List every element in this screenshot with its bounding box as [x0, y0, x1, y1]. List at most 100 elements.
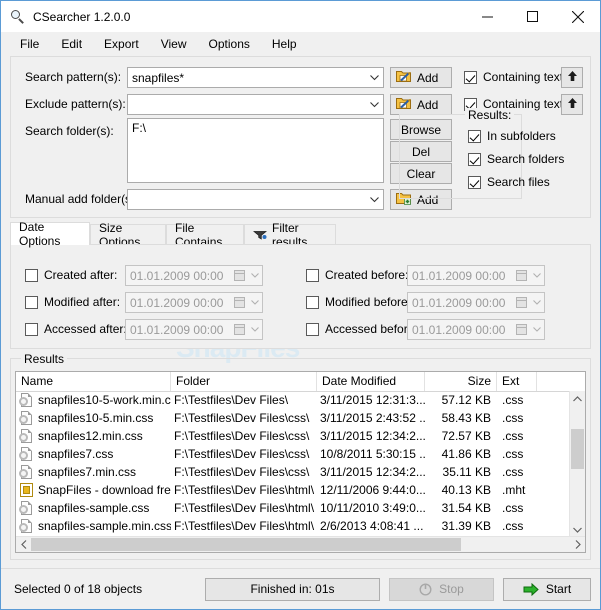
table-row[interactable]: snapfiles12.min.css F:\Testfiles\Dev Fil… [16, 427, 585, 445]
scroll-left-icon[interactable] [16, 540, 31, 549]
manual-add-folders-combo[interactable] [127, 189, 384, 210]
table-row[interactable]: snapfiles7.min.css F:\Testfiles\Dev File… [16, 463, 585, 481]
results-list-view[interactable]: Name Folder Date Modified Size Ext snapf… [15, 371, 586, 553]
cell-name[interactable]: snapfiles-sample.min.css [16, 518, 171, 534]
calendar-icon[interactable] [513, 295, 530, 310]
cell-name[interactable]: SnapFiles - download fre... [16, 482, 171, 498]
modified-after-datetime[interactable]: 01.01.2009 00:00 [125, 292, 263, 313]
scroll-up-icon[interactable] [570, 391, 585, 406]
chevron-down-icon[interactable] [530, 273, 544, 278]
chevron-down-icon[interactable] [366, 68, 383, 87]
maximize-button[interactable] [510, 1, 555, 32]
accessed-after-datetime[interactable]: 01.01.2009 00:00 [125, 319, 263, 340]
table-row[interactable]: snapfiles10-5.min.css F:\Testfiles\Dev F… [16, 409, 585, 427]
scroll-down-icon[interactable] [570, 522, 585, 537]
checkbox-box[interactable] [306, 295, 319, 309]
search-folders-list[interactable]: F:\ [127, 118, 384, 183]
tab-date-options[interactable]: Date Options [10, 220, 90, 248]
vertical-scrollbar[interactable] [569, 391, 585, 537]
tab-file-contains[interactable]: File Contains [166, 221, 244, 249]
add-search-pattern-button[interactable]: Add [390, 67, 452, 88]
finished-status-button[interactable]: Finished in: 01s [205, 577, 380, 601]
calendar-icon[interactable] [513, 322, 530, 337]
modified-before-datetime[interactable]: 01.01.2009 00:00 [407, 292, 545, 313]
cell-name[interactable]: snapfiles12.min.css [16, 428, 171, 444]
modified-before-checkbox[interactable]: Modified before: [306, 295, 411, 309]
accessed-before-checkbox[interactable]: Accessed before: [306, 322, 418, 336]
created-before-checkbox[interactable]: Created before: [306, 268, 408, 282]
accessed-before-value[interactable]: 01.01.2009 00:00 [408, 323, 513, 337]
cell-name[interactable]: snapfiles10-5.min.css [16, 410, 171, 426]
accessed-after-checkbox[interactable]: Accessed after: [25, 322, 127, 336]
move-up-button-2[interactable] [561, 94, 583, 115]
search-files-checkbox[interactable]: Search files [468, 175, 550, 189]
column-header-ext[interactable]: Ext [497, 372, 537, 391]
table-row[interactable]: SnapFiles - download fre... F:\Testfiles… [16, 481, 585, 499]
search-patterns-combo[interactable]: snapfiles* [127, 67, 384, 88]
horizontal-scroll-track[interactable] [31, 537, 570, 552]
table-row[interactable]: snapfiles10-5-work.min.css F:\Testfiles\… [16, 391, 585, 409]
created-after-value[interactable]: 01.01.2009 00:00 [126, 269, 231, 283]
created-before-value[interactable]: 01.01.2009 00:00 [408, 269, 513, 283]
menu-item-view[interactable]: View [150, 34, 198, 54]
created-before-datetime[interactable]: 01.01.2009 00:00 [407, 265, 545, 286]
move-up-button-1[interactable] [561, 67, 583, 88]
containing-text-checkbox-1[interactable]: Containing text [464, 70, 563, 84]
minimize-button[interactable] [465, 1, 510, 32]
column-header-folder[interactable]: Folder [171, 372, 317, 391]
calendar-icon[interactable] [231, 268, 248, 283]
start-button[interactable]: Start [503, 577, 591, 601]
accessed-before-datetime[interactable]: 01.01.2009 00:00 [407, 319, 545, 340]
accessed-after-value[interactable]: 01.01.2009 00:00 [126, 323, 231, 337]
menu-item-file[interactable]: File [9, 34, 50, 54]
add-exclude-pattern-button[interactable]: Add [390, 94, 452, 115]
table-row[interactable]: snapfiles-sample.css F:\Testfiles\Dev Fi… [16, 499, 585, 517]
tab-filter-results[interactable]: Filter results [244, 221, 336, 249]
menu-item-edit[interactable]: Edit [50, 34, 93, 54]
calendar-icon[interactable] [513, 268, 530, 283]
cell-name[interactable]: snapfiles10-5-work.min.css [16, 392, 171, 408]
checkbox-box[interactable] [25, 268, 38, 282]
chevron-down-icon[interactable] [366, 190, 383, 209]
vertical-scroll-thumb[interactable] [571, 429, 584, 469]
table-row[interactable]: snapfiles-sample.min.css F:\Testfiles\De… [16, 517, 585, 535]
tab-size-options[interactable]: Size Options [90, 221, 166, 249]
chevron-down-icon[interactable] [530, 327, 544, 332]
cell-name[interactable]: snapfiles7.css [16, 446, 171, 462]
in-subfolders-checkbox[interactable]: In subfolders [468, 129, 556, 143]
menu-item-options[interactable]: Options [198, 34, 261, 54]
checkbox-box[interactable] [306, 322, 319, 336]
close-button[interactable] [555, 1, 600, 32]
search-patterns-value[interactable]: snapfiles* [128, 71, 366, 85]
table-row[interactable]: snapfiles7.css F:\Testfiles\Dev Files\cs… [16, 445, 585, 463]
menu-item-help[interactable]: Help [261, 34, 308, 54]
horizontal-scrollbar[interactable] [16, 536, 585, 552]
checkbox-box[interactable] [468, 152, 481, 166]
cell-name[interactable]: snapfiles7.min.css [16, 464, 171, 480]
modified-after-checkbox[interactable]: Modified after: [25, 295, 120, 309]
created-after-datetime[interactable]: 01.01.2009 00:00 [125, 265, 263, 286]
calendar-icon[interactable] [231, 322, 248, 337]
modified-after-value[interactable]: 01.01.2009 00:00 [126, 296, 231, 310]
horizontal-scroll-thumb[interactable] [31, 538, 461, 551]
scroll-right-icon[interactable] [570, 540, 585, 549]
chevron-down-icon[interactable] [248, 327, 262, 332]
checkbox-box[interactable] [464, 70, 477, 84]
calendar-icon[interactable] [231, 295, 248, 310]
modified-before-value[interactable]: 01.01.2009 00:00 [408, 296, 513, 310]
search-folders-checkbox[interactable]: Search folders [468, 152, 564, 166]
column-header-name[interactable]: Name [16, 372, 171, 391]
cell-name[interactable]: snapfiles-sample.css [16, 500, 171, 516]
column-header-size[interactable]: Size [425, 372, 497, 391]
chevron-down-icon[interactable] [248, 300, 262, 305]
menu-item-export[interactable]: Export [93, 34, 150, 54]
checkbox-box[interactable] [306, 268, 319, 282]
chevron-down-icon[interactable] [366, 95, 383, 114]
column-header-date-modified[interactable]: Date Modified [317, 372, 425, 391]
created-after-checkbox[interactable]: Created after: [25, 268, 117, 282]
checkbox-box[interactable] [468, 175, 481, 189]
chevron-down-icon[interactable] [248, 273, 262, 278]
checkbox-box[interactable] [25, 295, 38, 309]
checkbox-box[interactable] [468, 129, 481, 143]
checkbox-box[interactable] [25, 322, 38, 336]
